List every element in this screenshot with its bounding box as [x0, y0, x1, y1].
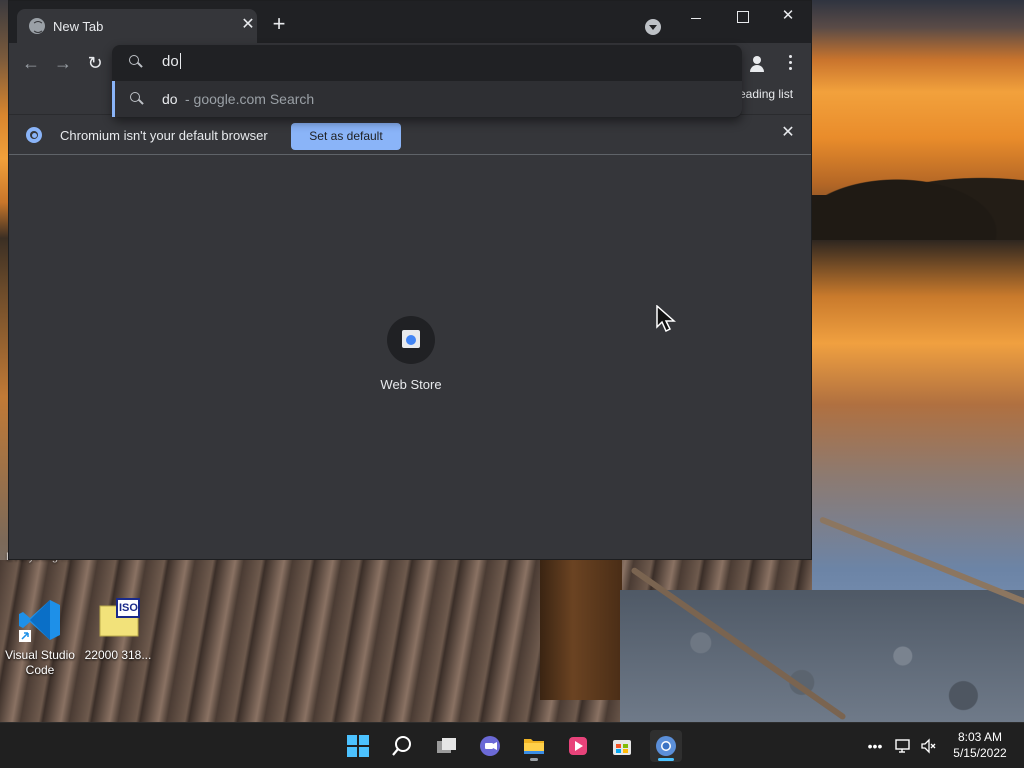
clock-time: 8:03 AM	[957, 730, 1003, 744]
windows-logo-icon	[347, 735, 369, 757]
omnibox-dropdown: do do - google.com Search	[112, 45, 742, 118]
window-close-button[interactable]: ✕	[765, 5, 811, 29]
network-icon[interactable]	[894, 737, 912, 755]
shortcut-web-store[interactable]: Web Store	[371, 316, 451, 392]
folder-icon	[524, 739, 544, 754]
clock-date: 5/15/2022	[953, 746, 1007, 760]
task-view-icon	[437, 738, 456, 753]
maximize-button[interactable]	[719, 5, 765, 29]
running-indicator	[530, 758, 538, 761]
search-icon	[392, 736, 411, 756]
address-bar[interactable]: do	[112, 45, 742, 79]
iso-file-icon: ISO	[94, 596, 142, 644]
desktop-icon-iso-file[interactable]: ISO 22000 318...	[78, 596, 158, 663]
address-input[interactable]: do	[162, 53, 181, 70]
wallpaper-post	[540, 560, 622, 700]
profile-button[interactable]	[745, 51, 769, 75]
set-as-default-button[interactable]: Set as default	[291, 123, 401, 150]
file-explorer-button[interactable]	[518, 730, 550, 762]
teams-chat-icon	[480, 736, 500, 756]
default-browser-infobar: Chromium isn't your default browser Set …	[9, 115, 811, 155]
reload-button[interactable]: ↻	[83, 51, 107, 75]
wallpaper-trees	[812, 165, 1024, 240]
globe-icon	[29, 18, 45, 34]
desktop-icon-label: 22000 318...	[84, 648, 152, 662]
tab-search-button[interactable]	[645, 19, 661, 35]
store-icon	[613, 740, 631, 755]
chromium-icon	[26, 127, 42, 143]
chromium-icon	[656, 736, 676, 756]
search-icon	[130, 92, 144, 106]
infobar-message: Chromium isn't your default browser	[60, 128, 268, 143]
tab-strip: New Tab ✕ + ✕	[9, 1, 811, 43]
reading-list-button[interactable]: eading list	[739, 87, 793, 101]
close-icon[interactable]: ✕	[239, 17, 257, 35]
shortcut-tile	[387, 316, 435, 364]
iso-badge-text: ISO	[119, 602, 138, 614]
chromium-taskbar-button[interactable]	[650, 730, 682, 762]
new-tab-button[interactable]: +	[267, 13, 291, 37]
back-button[interactable]: ←	[19, 51, 43, 75]
desktop-icon-vscode[interactable]: Visual Studio Code	[0, 596, 80, 678]
search-icon	[129, 55, 143, 69]
start-button[interactable]	[342, 730, 374, 762]
new-tab-page: Web Store	[9, 156, 811, 559]
media-player-icon	[569, 737, 587, 755]
tab-new-tab[interactable]: New Tab ✕	[17, 9, 257, 43]
search-button[interactable]	[386, 730, 418, 762]
desktop-icon-label: Visual Studio Code	[5, 648, 75, 677]
minimize-button[interactable]	[673, 5, 719, 29]
taskbar: ••• 8:03 AM 5/15/2022	[0, 722, 1024, 768]
web-store-icon	[402, 330, 420, 348]
suggestion-query: do	[162, 91, 178, 107]
browser-window: New Tab ✕ + ✕ ← → ↻ eading list do do - …	[8, 0, 812, 560]
volume-muted-icon[interactable]	[920, 737, 938, 755]
store-button[interactable]	[606, 730, 638, 762]
menu-button[interactable]	[781, 51, 801, 75]
vscode-icon	[16, 596, 64, 644]
system-clock[interactable]: 8:03 AM 5/15/2022	[948, 729, 1012, 761]
show-hidden-icons-button[interactable]: •••	[866, 737, 884, 755]
forward-button[interactable]: →	[51, 51, 75, 75]
close-icon[interactable]: ✕	[780, 125, 796, 141]
tab-title: New Tab	[53, 19, 104, 34]
chat-button[interactable]	[474, 730, 506, 762]
suggestion-description: - google.com Search	[185, 91, 315, 107]
omnibox-suggestion[interactable]: do - google.com Search	[112, 81, 742, 117]
shortcut-label: Web Store	[380, 377, 442, 392]
active-indicator	[658, 758, 674, 761]
media-player-button[interactable]	[562, 730, 594, 762]
task-view-button[interactable]	[430, 730, 462, 762]
